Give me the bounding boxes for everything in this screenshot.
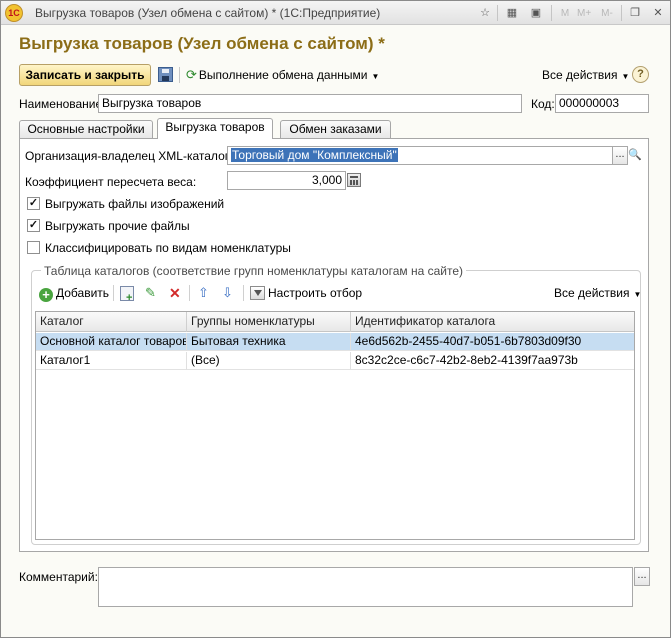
calculator-icon[interactable] bbox=[347, 173, 361, 187]
chevron-down-icon: ▼ bbox=[633, 290, 642, 299]
code-field[interactable]: 000000003 bbox=[555, 94, 649, 113]
cell-catalog[interactable]: Каталог1 bbox=[36, 352, 187, 370]
toolbar-divider bbox=[113, 285, 114, 301]
data-exchange-label: Выполнение обмена данными bbox=[198, 68, 368, 82]
memory-minus-button[interactable]: M- bbox=[600, 7, 614, 21]
weight-label: Коэффициент пересчета веса: bbox=[25, 175, 197, 189]
move-down-icon[interactable]: ⇩ bbox=[222, 285, 233, 301]
titlebar-divider bbox=[621, 5, 622, 21]
help-icon[interactable]: ? bbox=[632, 66, 649, 83]
tab-main-settings[interactable]: Основные настройки bbox=[19, 120, 153, 138]
column-header-catalog[interactable]: Каталог bbox=[36, 312, 187, 332]
save-icon[interactable] bbox=[158, 67, 173, 82]
cell-id[interactable]: 4e6d562b-2455-40d7-b051-6b7803d09f30 bbox=[351, 333, 634, 351]
exchange-icon: ⟳ bbox=[186, 67, 197, 82]
add-icon: + bbox=[39, 288, 53, 302]
add-label: Добавить bbox=[56, 286, 110, 300]
classify-by-type-label: Классифицировать по видам номенклатуры bbox=[45, 241, 291, 255]
organization-value: Торговый дом "Комплексный" bbox=[231, 148, 398, 162]
tab-order-exchange[interactable]: Обмен заказами bbox=[280, 120, 391, 138]
chevron-down-icon: ▼ bbox=[371, 72, 380, 81]
tab-strip: Основные настройки Выгрузка товаров Обме… bbox=[19, 118, 649, 139]
window: 1С Выгрузка товаров (Узел обмена с сайто… bbox=[0, 0, 671, 638]
export-images-checkbox[interactable]: ✓ bbox=[27, 197, 40, 210]
toolbar-divider bbox=[179, 67, 180, 83]
delete-icon[interactable]: ✕ bbox=[169, 285, 181, 301]
save-and-close-button[interactable]: Записать и закрыть bbox=[19, 64, 151, 86]
organization-select-button[interactable]: ... bbox=[612, 146, 628, 165]
filter-icon[interactable] bbox=[250, 286, 265, 300]
toolbar-divider bbox=[189, 285, 190, 301]
bookmark-icon[interactable]: ☆ bbox=[478, 6, 492, 20]
configure-filter-button[interactable]: Настроить отбор bbox=[268, 285, 362, 301]
cell-id[interactable]: 8c32c2ce-c6c7-42b2-8eb2-4139f7aa973b bbox=[351, 352, 634, 370]
code-label: Код: bbox=[531, 97, 555, 111]
all-actions-label: Все действия bbox=[542, 68, 618, 82]
name-field[interactable]: Выгрузка товаров bbox=[98, 94, 522, 113]
form-title: Выгрузка товаров (Узел обмена с сайтом) … bbox=[19, 34, 385, 53]
column-header-groups[interactable]: Группы номенклатуры bbox=[187, 312, 351, 332]
calculator-icon[interactable]: ▦ bbox=[505, 6, 519, 20]
app-logo-icon: 1С bbox=[5, 4, 23, 22]
data-exchange-menu[interactable]: ⟳ Выполнение обмена данными ▼ bbox=[186, 67, 379, 83]
classify-by-type-checkbox[interactable] bbox=[27, 241, 40, 254]
weight-field[interactable]: 3,000 bbox=[227, 171, 346, 190]
chevron-down-icon: ▼ bbox=[621, 72, 630, 81]
table-header: Каталог Группы номенклатуры Идентификато… bbox=[36, 312, 634, 332]
title-bar: 1С Выгрузка товаров (Узел обмена с сайто… bbox=[1, 1, 670, 25]
cell-group[interactable]: Бытовая техника bbox=[187, 333, 351, 351]
name-label: Наименование: bbox=[19, 97, 106, 111]
add-button[interactable]: + Добавить bbox=[39, 285, 110, 302]
export-images-label: Выгружать файлы изображений bbox=[45, 197, 225, 211]
tab-export-goods[interactable]: Выгрузка товаров bbox=[157, 118, 273, 139]
cell-group[interactable]: (Все) bbox=[187, 352, 351, 370]
catalog-all-actions-menu[interactable]: Все действия ▼ bbox=[554, 285, 641, 301]
titlebar-divider bbox=[497, 5, 498, 21]
export-other-files-label: Выгружать прочие файлы bbox=[45, 219, 190, 233]
edit-icon[interactable]: ✎ bbox=[145, 285, 156, 301]
memory-m-button[interactable]: M bbox=[558, 7, 572, 21]
titlebar-divider bbox=[551, 5, 552, 21]
restore-icon[interactable]: ❐ bbox=[628, 6, 642, 20]
table-row[interactable]: Основной каталог товаров Бытовая техника… bbox=[36, 333, 634, 351]
table-row[interactable]: Каталог1 (Все) 8c32c2ce-c6c7-42b2-8eb2-4… bbox=[36, 352, 634, 370]
organization-label: Организация-владелец XML-каталога: bbox=[25, 149, 239, 163]
export-other-files-checkbox[interactable]: ✓ bbox=[27, 219, 40, 232]
copy-icon[interactable] bbox=[120, 286, 134, 306]
calendar-icon[interactable]: ▣ bbox=[529, 6, 543, 20]
window-title: Выгрузка товаров (Узел обмена с сайтом) … bbox=[35, 6, 381, 20]
comment-field[interactable] bbox=[98, 567, 633, 607]
comment-expand-button[interactable]: ... bbox=[634, 567, 650, 586]
move-up-icon[interactable]: ⇧ bbox=[198, 285, 209, 301]
toolbar-divider bbox=[243, 285, 244, 301]
comment-label: Комментарий: bbox=[19, 570, 98, 584]
catalog-group-title: Таблица каталогов (соответствие групп но… bbox=[41, 264, 467, 278]
close-icon[interactable]: ✕ bbox=[651, 6, 665, 20]
all-actions-menu[interactable]: Все действия ▼ bbox=[542, 68, 629, 82]
catalog-table: Каталог Группы номенклатуры Идентификато… bbox=[35, 311, 635, 540]
catalog-all-actions-label: Все действия bbox=[554, 286, 630, 300]
search-icon[interactable]: 🔍 bbox=[628, 146, 642, 165]
column-header-id[interactable]: Идентификатор каталога bbox=[351, 312, 634, 332]
memory-plus-button[interactable]: M+ bbox=[577, 7, 591, 21]
organization-field[interactable]: Торговый дом "Комплексный" bbox=[227, 146, 613, 165]
cell-catalog[interactable]: Основной каталог товаров bbox=[36, 333, 187, 351]
